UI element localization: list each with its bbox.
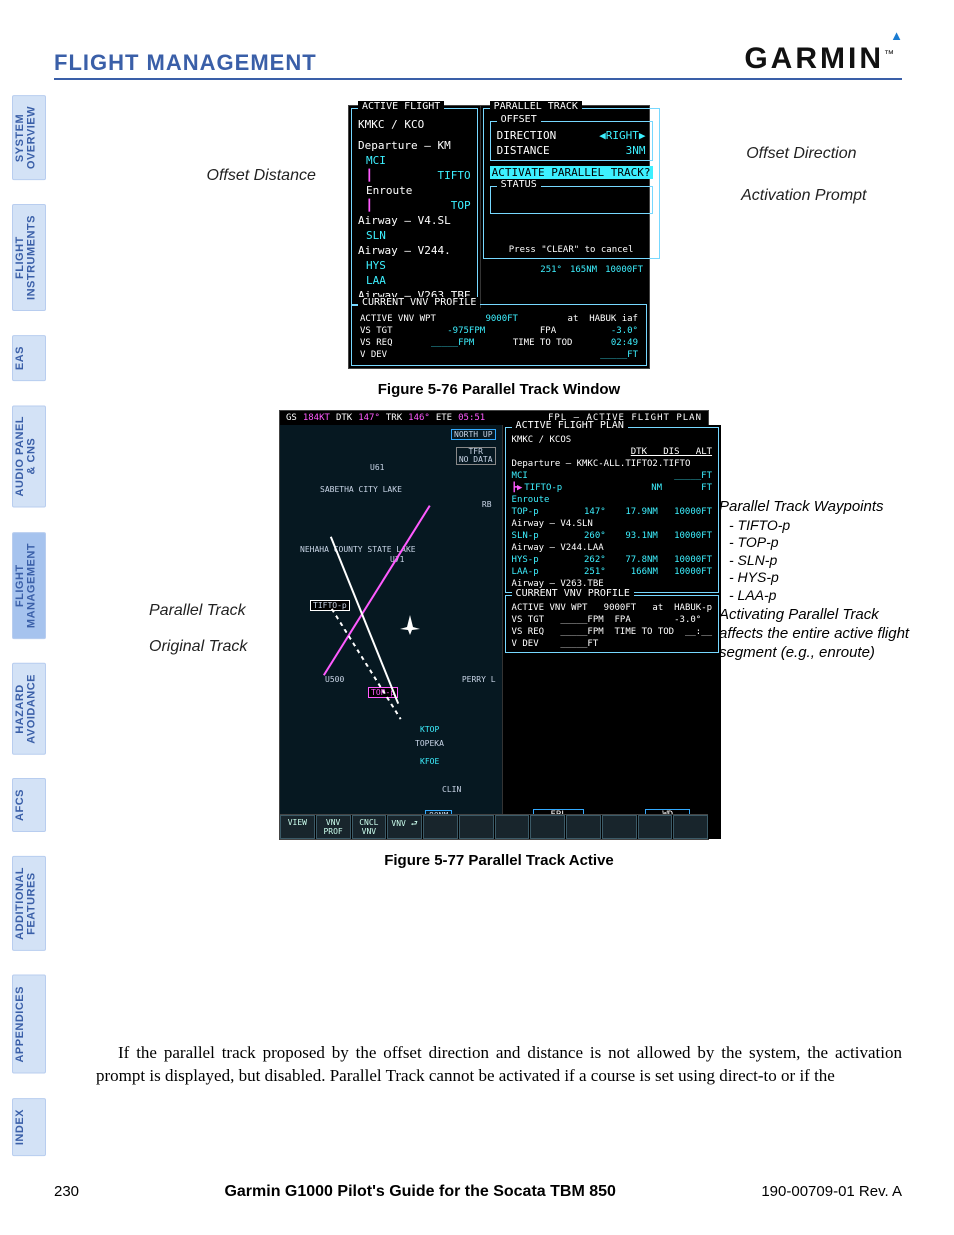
footer-rev: 190-00709-01 Rev. A xyxy=(761,1183,902,1200)
ptw-item: - TIFTO-p xyxy=(729,517,924,535)
softkey[interactable] xyxy=(673,815,708,839)
side-tab[interactable]: FLIGHT INSTRUMENTS xyxy=(12,204,46,311)
softkey[interactable] xyxy=(530,815,565,839)
pt-cancel-hint: Press "CLEAR" to cancel xyxy=(486,244,657,256)
af-route: KMKC / KCO xyxy=(354,117,475,132)
side-tab[interactable]: APPENDICES xyxy=(12,975,46,1074)
af-leg: ┃ TOP xyxy=(354,198,475,213)
pt-status-title: STATUS xyxy=(497,179,541,190)
figure-1-caption: Figure 5-76 Parallel Track Window xyxy=(217,381,782,398)
softkey[interactable] xyxy=(602,815,637,839)
side-tab[interactable]: AFCS xyxy=(12,778,46,832)
figure-2-wrap: Parallel Track Original Track Parallel T… xyxy=(189,410,809,869)
fpl-row: HYS-p262°77.8NM10000FT xyxy=(508,554,716,566)
af-leg: MCI xyxy=(354,153,475,168)
callout-parallel-track: Parallel Track xyxy=(149,602,246,620)
active-flight-title: ACTIVE FLIGHT xyxy=(358,101,444,112)
ptw-item: - SLN-p xyxy=(729,552,924,570)
section-title: FLIGHT MANAGEMENT xyxy=(54,50,317,76)
side-tab[interactable]: HAZARD AVOIDANCE xyxy=(12,663,46,755)
fpl-row: ┣▶ TIFTO-pNMFT xyxy=(508,482,716,494)
af-leg: Enroute xyxy=(354,183,475,198)
fpl-title: ACTIVE FLIGHT PLAN xyxy=(512,420,628,431)
softkey[interactable] xyxy=(566,815,601,839)
af-laa-brg: 251° xyxy=(540,265,562,275)
fpl-row: SLN-p260°93.1NM10000FT xyxy=(508,530,716,542)
side-tab[interactable]: ADDITIONAL FEATURES xyxy=(12,856,46,951)
pt-distance-value[interactable]: 3NM xyxy=(626,144,646,157)
pt-activate-button[interactable]: ACTIVATE PARALLEL TRACK? xyxy=(490,166,653,179)
fpl-row: Airway – V244.LAA xyxy=(508,542,716,554)
softkey[interactable] xyxy=(495,815,530,839)
fpl-row: Airway – V4.SLN xyxy=(508,518,716,530)
fpl-vnv-row: ACTIVE VNV WPT 9000FT at HABUK-p xyxy=(508,602,716,614)
figure-2-caption: Figure 5-77 Parallel Track Active xyxy=(189,852,809,869)
callout-offset-distance: Offset Distance xyxy=(207,167,316,185)
pt-offset-title: OFFSET xyxy=(497,114,541,125)
af-airway2: Airway – V244. xyxy=(354,243,475,258)
softkey[interactable] xyxy=(638,815,673,839)
fpl-vnv-row: VS TGT _____FPM FPA -3.0° xyxy=(508,614,716,626)
fpl-vnv-row: VS REQ _____FPM TIME TO TOD __:__ xyxy=(508,626,716,638)
ptw-item: - LAA-p xyxy=(729,587,924,605)
page-header: FLIGHT MANAGEMENT GARMIN™ xyxy=(54,42,902,80)
callout-original-track: Original Track xyxy=(149,638,247,656)
page-content: Offset Distance Offset Direction Activat… xyxy=(96,95,902,881)
figure-1-wrap: Offset Distance Offset Direction Activat… xyxy=(217,105,782,398)
mfd-display: GS184KT DTK147° TRK146° ETE05:51 FPL – A… xyxy=(279,410,709,840)
page-number: 230 xyxy=(54,1183,79,1200)
fpl-row: MCI_____FT xyxy=(508,470,716,482)
brand-logo: GARMIN™ xyxy=(744,42,902,76)
fpl-row: Enroute xyxy=(508,494,716,506)
fpl-row: LAA-p251°166NM10000FT xyxy=(508,566,716,578)
softkey[interactable]: CNCL VNV xyxy=(352,815,387,839)
footer-title: Garmin G1000 Pilot's Guide for the Socat… xyxy=(224,1183,615,1201)
softkey[interactable]: VIEW xyxy=(280,815,315,839)
af-leg: ┃ TIFTO xyxy=(354,168,475,183)
ptw-item: - TOP-p xyxy=(729,534,924,552)
page-footer: 230 Garmin G1000 Pilot's Guide for the S… xyxy=(54,1183,902,1201)
map-north-up: NORTH UP xyxy=(451,429,496,440)
af-departure: Departure – KM xyxy=(354,138,475,153)
vnv-title: CURRENT VNV PROFILE xyxy=(358,297,480,308)
af-laa-dis: 165NM xyxy=(570,265,597,275)
ptw-item: - HYS-p xyxy=(729,569,924,587)
af-hys: HYS xyxy=(354,258,475,273)
softkey-bar: VIEWVNV PROFCNCL VNVVNV ⮐ xyxy=(280,814,708,839)
pt-direction-label: DIRECTION xyxy=(497,129,557,142)
fpl-row: TOP-p147°17.9NM10000FT xyxy=(508,506,716,518)
ownship-icon xyxy=(400,615,420,635)
pt-distance-label: DISTANCE xyxy=(497,144,550,157)
g1000-window: ACTIVE FLIGHT KMKC / KCO Departure – KM … xyxy=(348,105,650,369)
fpl-vnv-title: CURRENT VNV PROFILE xyxy=(512,588,634,599)
mfd-header: GS184KT DTK147° TRK146° ETE05:51 FPL – A… xyxy=(280,411,708,426)
mfd-map[interactable]: NORTH UP TFRNO DATA SABETHA CITY LAKE NE… xyxy=(280,425,503,839)
side-tab[interactable]: SYSTEM OVERVIEW xyxy=(12,95,46,180)
pt-direction-value[interactable]: ◀RIGHT▶ xyxy=(599,129,645,142)
softkey[interactable]: VNV PROF xyxy=(316,815,351,839)
fpl-vnv-row: V DEV _____FT xyxy=(508,638,716,650)
side-nav: SYSTEM OVERVIEW FLIGHT INSTRUMENTS EAS AUDI… xyxy=(12,95,46,1156)
mfd-flight-plan[interactable]: ACTIVE FLIGHT PLAN KMKC / KCOS DTK DIS A… xyxy=(503,425,721,839)
side-tab[interactable]: FLIGHT MANAGEMENT xyxy=(12,532,46,639)
softkey[interactable] xyxy=(423,815,458,839)
af-laa: LAA xyxy=(354,273,475,288)
callout-offset-direction: Offset Direction xyxy=(746,145,856,163)
callout-activation-prompt: Activation Prompt xyxy=(741,187,866,205)
af-airway1: Airway – V4.SL xyxy=(354,213,475,228)
softkey[interactable]: VNV ⮐ xyxy=(387,815,422,839)
af-laa-alt: 10000FT xyxy=(605,265,643,275)
side-tab[interactable]: EAS xyxy=(12,335,46,381)
af-sln: SLN xyxy=(354,228,475,243)
pt-title: PARALLEL TRACK xyxy=(490,101,582,112)
side-tab[interactable]: AUDIO PANEL & CNS xyxy=(12,405,46,507)
side-tab[interactable]: INDEX xyxy=(12,1098,46,1156)
body-paragraph: If the parallel track proposed by the of… xyxy=(96,1042,902,1088)
callout-pt-waypoints: Parallel Track Waypoints - TIFTO-p- TOP-… xyxy=(719,498,924,663)
softkey[interactable] xyxy=(459,815,494,839)
